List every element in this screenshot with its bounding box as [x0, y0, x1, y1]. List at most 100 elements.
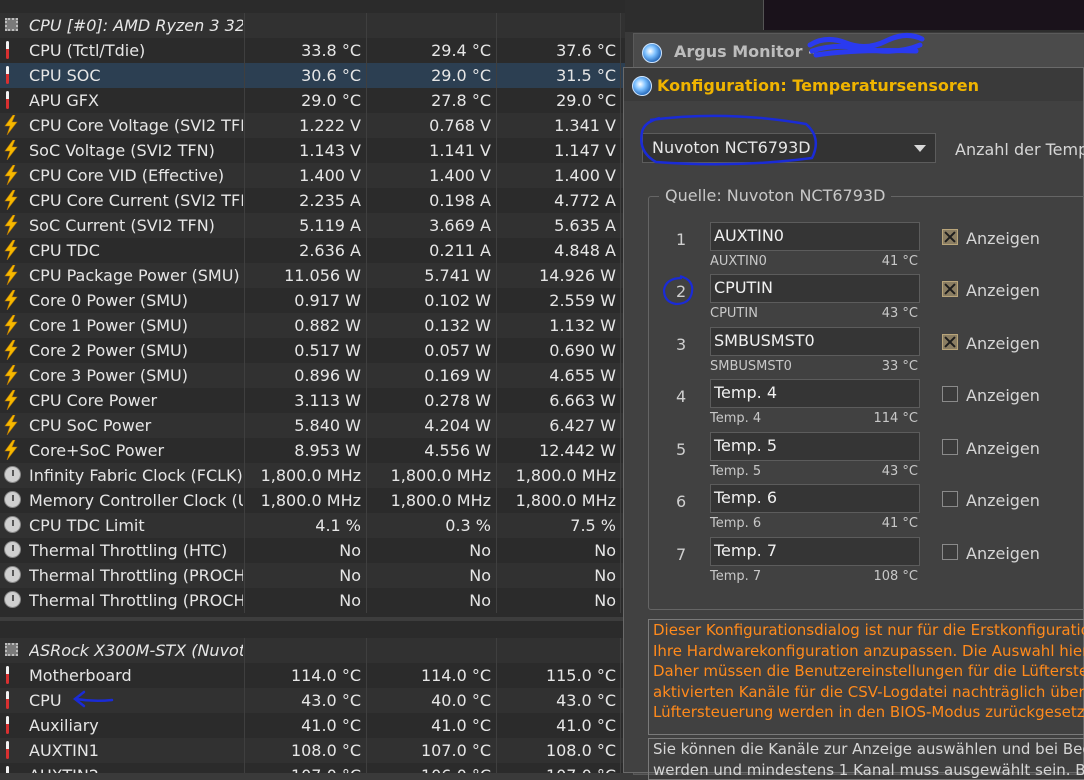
sensor-group-header[interactable]: CPU [#0]: AMD Ryzen 3 32...: [0, 13, 625, 38]
sensor-current-value: 33.8 °C: [245, 41, 361, 60]
sensor-group-header[interactable]: ASRock X300M-STX (Nuvot...: [0, 638, 625, 663]
show-checkbox[interactable]: [942, 229, 958, 245]
chip-icon: [5, 643, 18, 656]
sensor-name-input[interactable]: AUXTIN0: [710, 222, 920, 251]
argus-app-icon: [642, 43, 662, 63]
sensor-max-value: 1.132 W: [496, 316, 616, 335]
sensor-row[interactable]: CPU Core Voltage (SVI2 TFN)1.222 V0.768 …: [0, 113, 625, 138]
column-separator: [620, 88, 621, 113]
sensor-name-input[interactable]: SMBUSMST0: [710, 327, 920, 356]
sensor-name-input[interactable]: Temp. 5: [710, 432, 920, 461]
sensor-config-row: 5Temp. 5Temp. 543 °CAnzeigen: [648, 432, 1084, 484]
show-checkbox-label[interactable]: Anzeigen: [966, 281, 1040, 300]
sensor-row[interactable]: AUXTIN2107.0 °C106.0 °C107.0 °C: [0, 763, 625, 773]
column-separator: [620, 238, 621, 263]
column-separator: [620, 138, 621, 163]
column-separator: [620, 263, 621, 288]
show-checkbox[interactable]: [942, 386, 958, 402]
sensor-name: AUXTIN1: [29, 741, 243, 760]
column-separator: [620, 663, 621, 688]
sensor-row[interactable]: Core 1 Power (SMU)0.882 W0.132 W1.132 W: [0, 313, 625, 338]
sensor-row[interactable]: Auxiliary41.0 °C41.0 °C41.0 °C: [0, 713, 625, 738]
info-line: werden und mindestens 1 Kanal muss ausge…: [649, 760, 1084, 780]
show-checkbox-label[interactable]: Anzeigen: [966, 544, 1040, 563]
warning-line: Daher müssen die Benutzereinstellungen f…: [649, 661, 1084, 682]
sensor-name: Core+SoC Power: [29, 441, 243, 460]
sensor-name-input[interactable]: CPUTIN: [710, 274, 920, 303]
sensor-row[interactable]: AUXTIN1108.0 °C107.0 °C108.0 °C: [0, 738, 625, 763]
sensor-row[interactable]: CPU Core Power3.113 W0.278 W6.663 W: [0, 388, 625, 413]
show-checkbox-label[interactable]: Anzeigen: [966, 439, 1040, 458]
sensor-row[interactable]: Core+SoC Power8.953 W4.556 W12.442 W: [0, 438, 625, 463]
sensor-config-row: 3SMBUSMST0SMBUSMST033 °CAnzeigen: [648, 327, 1084, 379]
sensor-current-value: 1.400 V: [245, 166, 361, 185]
sensor-row[interactable]: Core 0 Power (SMU)0.917 W0.102 W2.559 W: [0, 288, 625, 313]
sensor-row[interactable]: APU GFX29.0 °C27.8 °C29.0 °C: [0, 88, 625, 113]
dialog-titlebar[interactable]: Konfiguration: Temperatursensoren: [624, 68, 1083, 101]
sensor-name: CPU Core Power: [29, 391, 243, 410]
sensor-row[interactable]: CPU Core VID (Effective)1.400 V1.400 V1.…: [0, 163, 625, 188]
dialog-app-icon: [632, 76, 652, 96]
sensor-row[interactable]: CPU Core Current (SVI2 TFN)2.235 A0.198 …: [0, 188, 625, 213]
sensor-row[interactable]: Memory Controller Clock (U...1,800.0 MHz…: [0, 488, 625, 513]
show-checkbox[interactable]: [942, 544, 958, 560]
sensor-row[interactable]: CPU SOC30.6 °C29.0 °C31.5 °C: [0, 63, 625, 88]
clock-icon: [4, 566, 21, 583]
column-separator: [620, 363, 621, 388]
sensor-temperature: 114 °C: [828, 411, 918, 426]
clock-icon: [4, 466, 21, 483]
sensor-max-value: No: [496, 591, 616, 610]
sensor-current-value: 0.917 W: [245, 291, 361, 310]
sensor-current-value: 5.119 A: [245, 216, 361, 235]
sensor-row[interactable]: Core 3 Power (SMU)0.896 W0.169 W4.655 W: [0, 363, 625, 388]
sensor-row[interactable]: Thermal Throttling (PROCH...NoNoNo: [0, 563, 625, 588]
show-checkbox-label[interactable]: Anzeigen: [966, 334, 1040, 353]
sensor-source-name: Temp. 6: [710, 516, 761, 531]
sensor-row[interactable]: CPU Package Power (SMU)11.056 W5.741 W14…: [0, 263, 625, 288]
lightning-icon: [4, 365, 18, 385]
sensor-max-value: 12.442 W: [496, 441, 616, 460]
show-checkbox[interactable]: [942, 491, 958, 507]
sensor-row[interactable]: CPU TDC2.636 A0.211 A4.848 A: [0, 238, 625, 263]
sensor-name: Thermal Throttling (HTC): [29, 541, 243, 560]
sensor-name-input[interactable]: Temp. 4: [710, 379, 920, 408]
sensor-index: 7: [676, 545, 686, 564]
lightning-icon: [4, 390, 18, 410]
sensor-source-name: Temp. 4: [710, 411, 761, 426]
sensor-current-value: 1,800.0 MHz: [245, 491, 361, 510]
column-separator: [620, 488, 621, 513]
show-checkbox-label[interactable]: Anzeigen: [966, 229, 1040, 248]
sensor-min-value: No: [366, 541, 491, 560]
sensor-row[interactable]: Infinity Fabric Clock (FCLK)1,800.0 MHz1…: [0, 463, 625, 488]
sensor-row[interactable]: Motherboard114.0 °C114.0 °C115.0 °C: [0, 663, 625, 688]
sensor-row[interactable]: CPU TDC Limit4.1 %0.3 %7.5 %: [0, 513, 625, 538]
sensor-name-input[interactable]: Temp. 6: [710, 484, 920, 513]
show-checkbox-label[interactable]: Anzeigen: [966, 491, 1040, 510]
sensor-name: CPU Core Voltage (SVI2 TFN): [29, 116, 243, 135]
sensor-row[interactable]: SoC Current (SVI2 TFN)5.119 A3.669 A5.63…: [0, 213, 625, 238]
sensor-max-value: 4.655 W: [496, 366, 616, 385]
sensor-min-value: 107.0 °C: [366, 741, 491, 760]
show-checkbox[interactable]: [942, 281, 958, 297]
sensor-min-value: 114.0 °C: [366, 666, 491, 685]
sensor-row[interactable]: Core 2 Power (SMU)0.517 W0.057 W0.690 W: [0, 338, 625, 363]
sensor-row[interactable]: SoC Voltage (SVI2 TFN)1.143 V1.141 V1.14…: [0, 138, 625, 163]
sensor-row[interactable]: Thermal Throttling (HTC)NoNoNo: [0, 538, 625, 563]
sensor-row[interactable]: CPU (Tctl/Tdie)33.8 °C29.4 °C37.6 °C: [0, 38, 625, 63]
sensor-source-name: Temp. 5: [710, 464, 761, 479]
column-separator: [620, 438, 621, 463]
sensor-name: Core 1 Power (SMU): [29, 316, 243, 335]
show-checkbox[interactable]: [942, 334, 958, 350]
show-checkbox[interactable]: [942, 439, 958, 455]
clock-icon: [4, 491, 21, 508]
sensor-row[interactable]: CPU SoC Power5.840 W4.204 W6.427 W: [0, 413, 625, 438]
lightning-icon: [4, 290, 18, 310]
chip-select-dropdown[interactable]: Nuvoton NCT6793D: [642, 133, 936, 163]
sensor-current-value: 1.143 V: [245, 141, 361, 160]
sensor-name-input[interactable]: Temp. 7: [710, 537, 920, 566]
sensor-row[interactable]: CPU43.0 °C40.0 °C43.0 °C: [0, 688, 625, 713]
sensor-row[interactable]: Thermal Throttling (PROCH...NoNoNo: [0, 588, 625, 613]
clock-icon: [4, 516, 21, 533]
show-checkbox-label[interactable]: Anzeigen: [966, 386, 1040, 405]
sensor-index: 4: [676, 387, 686, 406]
